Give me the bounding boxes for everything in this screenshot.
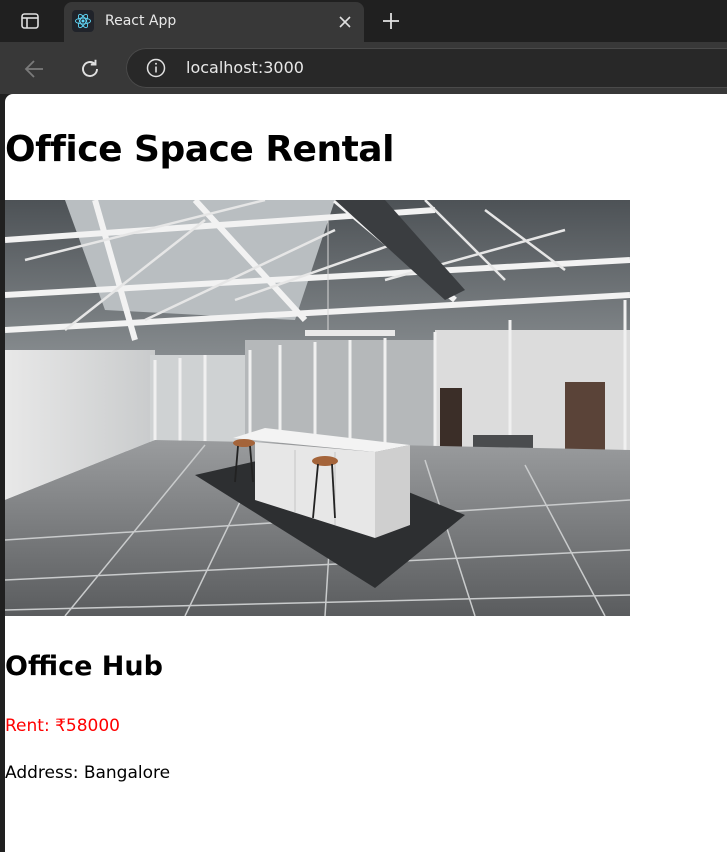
- tab-close-button[interactable]: [334, 11, 356, 33]
- react-logo-icon: [72, 10, 94, 32]
- info-icon[interactable]: [146, 58, 166, 78]
- page-viewport: Office Space Rental Office Hub Rent: ₹58…: [5, 94, 727, 852]
- plus-icon: [383, 13, 399, 29]
- reload-icon: [82, 59, 98, 77]
- address-bar[interactable]: localhost:3000: [126, 48, 727, 88]
- office-photo: [5, 200, 630, 616]
- listing-rent: Rent: ₹58000: [5, 716, 120, 736]
- browser-toolbar: localhost:3000: [0, 42, 727, 94]
- browser-window: React App localhost:3000 Office Space Re…: [0, 0, 727, 852]
- listing-name: Office Hub: [5, 651, 163, 682]
- page-title: Office Space Rental: [5, 129, 394, 170]
- tab-actions-button[interactable]: [8, 6, 52, 36]
- back-button[interactable]: [19, 54, 49, 84]
- reload-button[interactable]: [75, 54, 105, 84]
- back-arrow-icon: [24, 60, 43, 78]
- tab-react-app[interactable]: React App: [64, 2, 364, 42]
- listing-address: Address: Bangalore: [5, 763, 171, 783]
- new-tab-button[interactable]: [377, 8, 405, 34]
- tab-strip: React App: [0, 0, 727, 42]
- tab-actions-icon: [21, 13, 39, 29]
- url-text: localhost:3000: [186, 58, 304, 77]
- tab-title: React App: [105, 13, 177, 29]
- close-icon: [339, 16, 351, 28]
